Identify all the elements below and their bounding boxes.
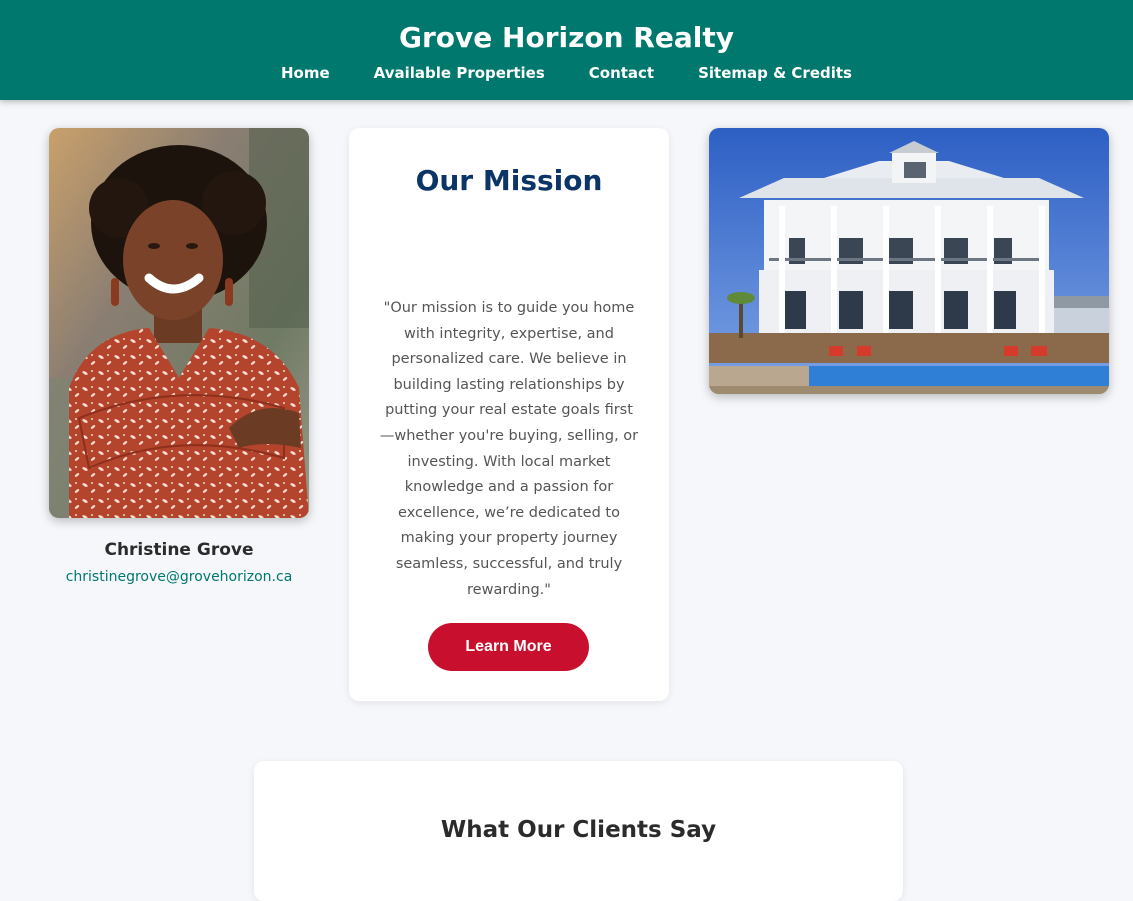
site-title: Grove Horizon Realty bbox=[399, 21, 734, 54]
site-header: Grove Horizon Realty Home Available Prop… bbox=[0, 0, 1133, 100]
main-nav: Home Available Properties Contact Sitema… bbox=[0, 62, 1133, 84]
property-photo bbox=[709, 128, 1109, 394]
agent-name: Christine Grove bbox=[104, 540, 254, 560]
mission-title: Our Mission bbox=[415, 164, 603, 197]
mission-text: "Our mission is to guide you home with i… bbox=[379, 300, 639, 598]
learn-more-button[interactable]: Learn More bbox=[428, 623, 589, 671]
nav-contact[interactable]: Contact bbox=[589, 62, 654, 84]
nav-home[interactable]: Home bbox=[281, 62, 330, 84]
testimonials-card: What Our Clients Say bbox=[254, 761, 903, 901]
nav-sitemap-credits[interactable]: Sitemap & Credits bbox=[698, 62, 852, 84]
mission-card: Our Mission "Our mission is to guide you… bbox=[349, 128, 669, 701]
agent-photo bbox=[49, 128, 309, 518]
agent-email-link[interactable]: christinegrove@grovehorizon.ca bbox=[40, 569, 318, 585]
nav-available-properties[interactable]: Available Properties bbox=[374, 62, 545, 84]
testimonials-title: What Our Clients Say bbox=[440, 817, 717, 843]
